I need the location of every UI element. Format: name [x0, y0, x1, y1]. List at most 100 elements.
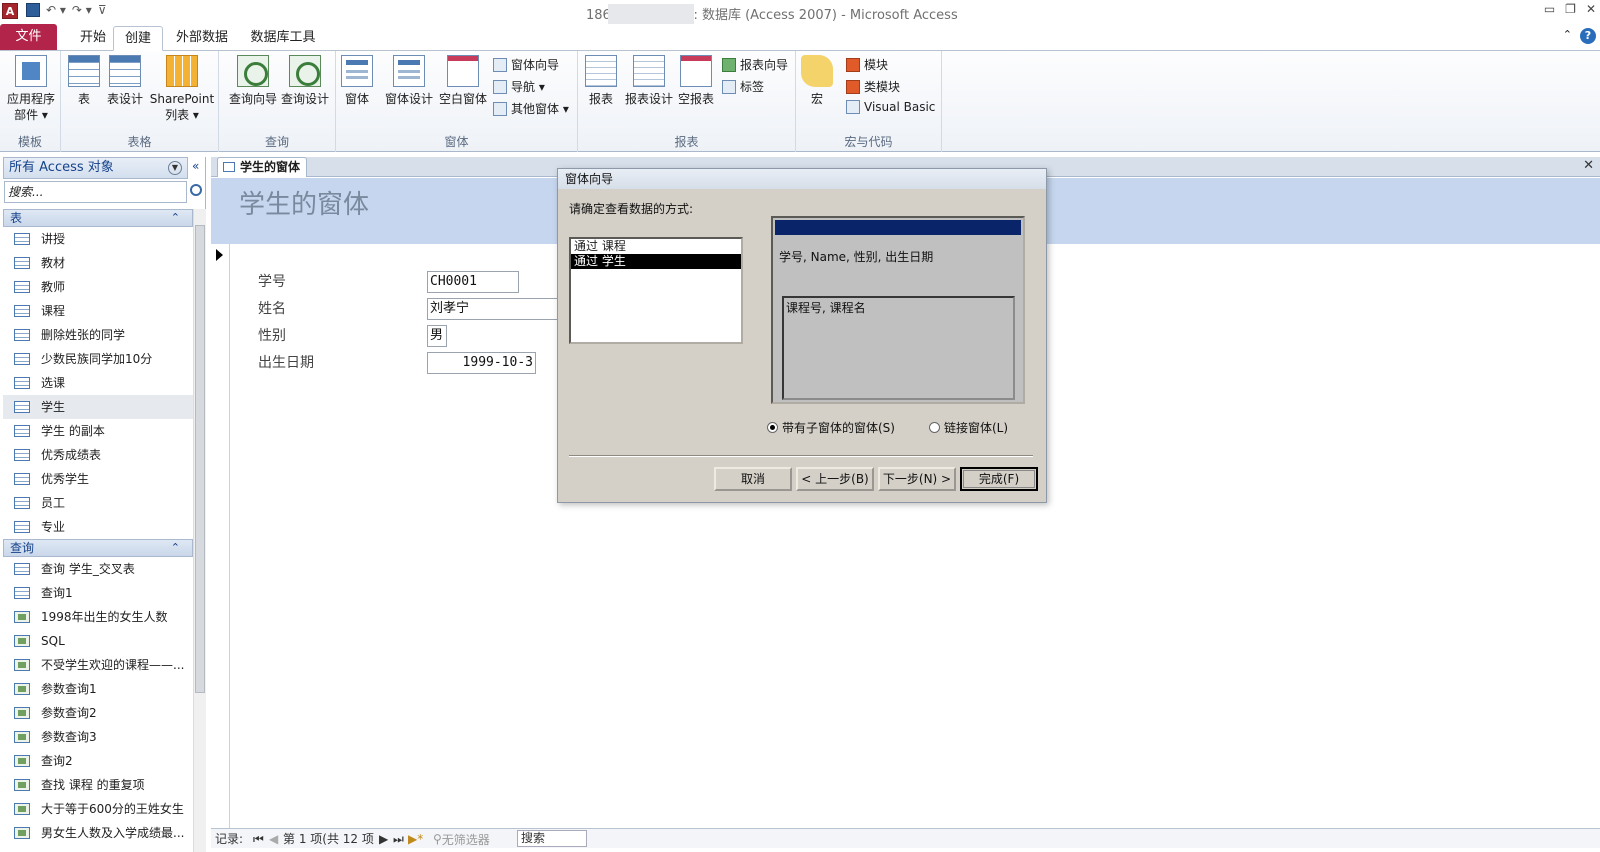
field-birthdate[interactable]: 1999-10-3 — [427, 352, 536, 374]
new-record-icon[interactable]: ▶* — [408, 830, 423, 848]
nav-pane-header[interactable]: 所有 Access 对象 ▼ — [3, 157, 188, 179]
nav-query-item[interactable]: 1998年出生的女生人数 — [3, 605, 193, 629]
last-record-icon[interactable]: ⏭ — [393, 830, 404, 848]
nav-table-item[interactable]: 少数民族同学加10分 — [3, 347, 193, 371]
nav-search-input[interactable]: 搜索... — [4, 181, 187, 203]
form-wizard-button[interactable]: 窗体向导 — [493, 56, 559, 73]
class-module-button[interactable]: 类模块 — [846, 78, 900, 95]
next-record-icon[interactable]: ▶ — [379, 830, 388, 848]
minimize-icon[interactable]: ▭ — [1544, 2, 1555, 16]
cancel-button[interactable]: 取消 — [714, 467, 792, 491]
form-wizard-icon — [493, 57, 507, 72]
tab-database-tools[interactable]: 数据库工具 — [248, 26, 318, 51]
nav-menu-dropdown-icon[interactable]: ▼ — [168, 161, 182, 175]
nav-query-item[interactable]: 参数查询1 — [3, 677, 193, 701]
radio-linked-forms[interactable]: 链接窗体(L) — [929, 419, 1008, 436]
radio-dot-selected[interactable] — [767, 422, 778, 433]
field-gender[interactable]: 男 — [427, 325, 447, 347]
tab-external-data[interactable]: 外部数据 — [172, 26, 232, 51]
document-tab[interactable]: 学生的窗体 — [217, 157, 307, 177]
blank-report-button[interactable]: 空报表 — [675, 55, 717, 107]
query-design-button[interactable]: 查询设计 — [279, 55, 331, 107]
macro-button[interactable]: 宏 — [800, 55, 834, 107]
previous-record-icon[interactable]: ◀ — [269, 830, 278, 848]
nav-table-item[interactable]: 学生 — [3, 395, 193, 419]
close-document-icon[interactable]: ✕ — [1583, 158, 1594, 173]
form-button[interactable]: 窗体 — [340, 55, 374, 107]
save-icon[interactable] — [26, 3, 40, 17]
scroll-thumb[interactable] — [195, 225, 205, 693]
access-app-icon[interactable]: A — [2, 3, 18, 19]
nav-query-item[interactable]: 查找 课程 的重复项 — [3, 773, 193, 797]
sharepoint-lists-button[interactable]: SharePoint 列表 ▾ — [149, 55, 215, 123]
nav-query-item[interactable]: 不受学生欢迎的课程——... — [3, 653, 193, 677]
restore-icon[interactable]: ❐ — [1565, 2, 1576, 16]
nav-query-item[interactable]: 查询 学生_交叉表 — [3, 557, 193, 581]
report-button[interactable]: 报表 — [584, 55, 618, 107]
nav-query-item[interactable]: 查询2 — [3, 749, 193, 773]
nav-table-item[interactable]: 优秀成绩表 — [3, 443, 193, 467]
nav-table-item[interactable]: 讲授 — [3, 227, 193, 251]
tables-section-header[interactable]: 表 ⌃ — [3, 209, 193, 227]
no-filter-button[interactable]: ⚲ 无筛选器 — [433, 830, 490, 848]
form-title: 学生的窗体 — [239, 190, 370, 220]
view-option-course[interactable]: 通过 课程 — [571, 239, 741, 254]
radio-form-with-subform[interactable]: 带有子窗体的窗体(S) — [767, 419, 895, 436]
radio-dot[interactable] — [929, 422, 940, 433]
table-design-button[interactable]: 表设计 — [105, 55, 145, 107]
nav-table-item[interactable]: 教材 — [3, 251, 193, 275]
nav-query-item[interactable]: 男女生人数及入学成绩最... — [3, 821, 193, 845]
tab-file[interactable]: 文件 — [0, 24, 57, 50]
record-position-input[interactable]: 第 1 项(共 12 项 — [283, 830, 374, 848]
nav-table-item[interactable]: 学生 的副本 — [3, 419, 193, 443]
record-search-input[interactable]: 搜索 — [517, 830, 587, 847]
view-by-listbox[interactable]: 通过 课程 通过 学生 — [569, 237, 743, 344]
nav-table-item[interactable]: 优秀学生 — [3, 467, 193, 491]
collapse-section-icon[interactable]: ⌃ — [171, 540, 180, 556]
nav-table-item[interactable]: 删除姓张的同学 — [3, 323, 193, 347]
finish-button[interactable]: 完成(F) — [960, 467, 1038, 491]
navigation-button[interactable]: 导航 ▾ — [493, 78, 545, 95]
queries-section-header[interactable]: 查询 ⌃ — [3, 539, 193, 557]
nav-table-item[interactable]: 选课 — [3, 371, 193, 395]
nav-table-item[interactable]: 教师 — [3, 275, 193, 299]
module-button[interactable]: 模块 — [846, 56, 888, 73]
nav-table-item[interactable]: 专业 — [3, 515, 193, 539]
search-icon[interactable] — [190, 184, 202, 196]
back-button[interactable]: < 上一步(B) — [796, 467, 874, 491]
redo-icon[interactable]: ↷ ▾ — [72, 3, 92, 17]
labels-button[interactable]: 标签 — [722, 78, 764, 95]
report-wizard-button[interactable]: 报表向导 — [722, 56, 788, 73]
undo-icon[interactable]: ↶ ▾ — [46, 3, 66, 17]
nav-query-item[interactable]: 大于等于600分的王姓女生 — [3, 797, 193, 821]
nav-query-item[interactable]: 参数查询3 — [3, 725, 193, 749]
next-button[interactable]: 下一步(N) > — [878, 467, 956, 491]
nav-table-item[interactable]: 员工 — [3, 491, 193, 515]
collapse-section-icon[interactable]: ⌃ — [171, 210, 180, 226]
application-parts-button[interactable]: 应用程序 部件 ▾ — [5, 55, 57, 123]
record-selector[interactable] — [211, 244, 230, 828]
tab-create[interactable]: 创建 — [113, 26, 163, 51]
visual-basic-button[interactable]: Visual Basic — [846, 100, 935, 114]
report-design-button[interactable]: 报表设计 — [624, 55, 674, 107]
field-name[interactable]: 刘孝宁 — [427, 298, 560, 320]
view-option-student[interactable]: 通过 学生 — [571, 254, 741, 269]
minimize-ribbon-icon[interactable]: ⌃ — [1563, 28, 1572, 44]
first-record-icon[interactable]: ⏮ — [253, 830, 264, 848]
blank-form-button[interactable]: 空白窗体 — [438, 55, 488, 107]
nav-query-item[interactable]: SQL — [3, 629, 193, 653]
help-icon[interactable]: ? — [1580, 28, 1596, 44]
nav-table-item[interactable]: 课程 — [3, 299, 193, 323]
customize-qat-icon[interactable]: ⊽ — [98, 3, 107, 17]
nav-query-item[interactable]: 参数查询2 — [3, 701, 193, 725]
more-forms-button[interactable]: 其他窗体 ▾ — [493, 100, 569, 117]
collapse-nav-icon[interactable]: « — [192, 159, 199, 173]
tab-home[interactable]: 开始 — [68, 26, 118, 51]
close-icon[interactable]: ✕ — [1586, 2, 1596, 16]
table-button[interactable]: 表 — [67, 55, 101, 107]
nav-query-item[interactable]: 查询1 — [3, 581, 193, 605]
nav-scrollbar[interactable] — [193, 209, 206, 852]
field-student-id[interactable]: CH0001 — [427, 271, 519, 293]
query-wizard-button[interactable]: 查询向导 — [227, 55, 279, 107]
form-design-button[interactable]: 窗体设计 — [384, 55, 434, 107]
